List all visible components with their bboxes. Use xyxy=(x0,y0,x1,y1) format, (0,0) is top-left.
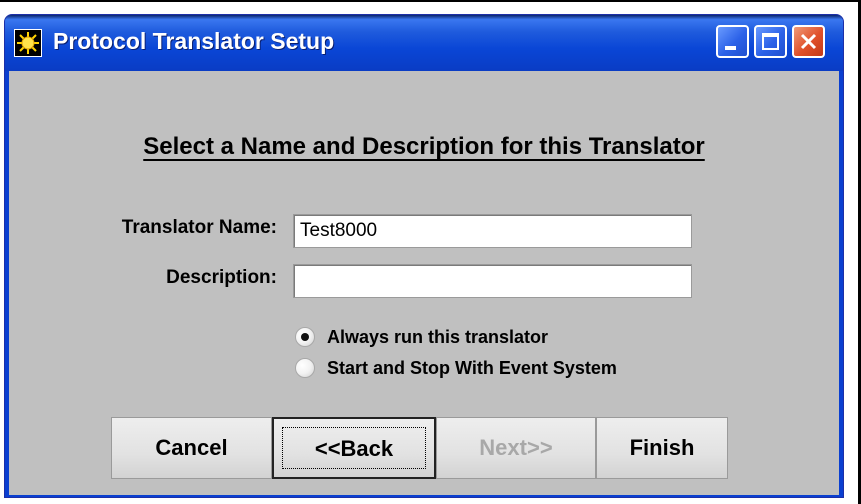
description-label: Description: xyxy=(166,267,277,288)
translator-name-label: Translator Name: xyxy=(121,217,277,238)
screenshot-top-edge xyxy=(0,0,861,2)
cancel-button[interactable]: Cancel xyxy=(111,417,272,479)
radio-label[interactable]: Always run this translator xyxy=(327,325,548,349)
close-icon[interactable] xyxy=(792,25,825,58)
next-button[interactable]: Next>> xyxy=(436,417,596,479)
radio-button-checked[interactable] xyxy=(295,327,315,347)
setup-window: Protocol Translator Setup Select a Name … xyxy=(4,14,844,498)
translator-name-input[interactable] xyxy=(293,214,692,248)
finish-button[interactable]: Finish xyxy=(596,417,728,479)
window-title: Protocol Translator Setup xyxy=(53,28,335,54)
title-bar[interactable]: Protocol Translator Setup xyxy=(5,15,843,71)
back-button[interactable]: <<Back xyxy=(272,417,436,479)
maximize-icon[interactable] xyxy=(754,25,787,58)
description-input[interactable] xyxy=(293,264,692,298)
minimize-icon[interactable] xyxy=(716,25,749,58)
radio-button-unchecked[interactable] xyxy=(295,358,315,378)
radio-label[interactable]: Start and Stop With Event System xyxy=(327,356,617,380)
sun-burst-icon[interactable] xyxy=(14,29,42,57)
dialog-heading: Select a Name and Description for this T… xyxy=(143,133,705,160)
dialog-body: Select a Name and Description for this T… xyxy=(9,71,839,495)
back-button-label: <<Back xyxy=(314,436,394,461)
